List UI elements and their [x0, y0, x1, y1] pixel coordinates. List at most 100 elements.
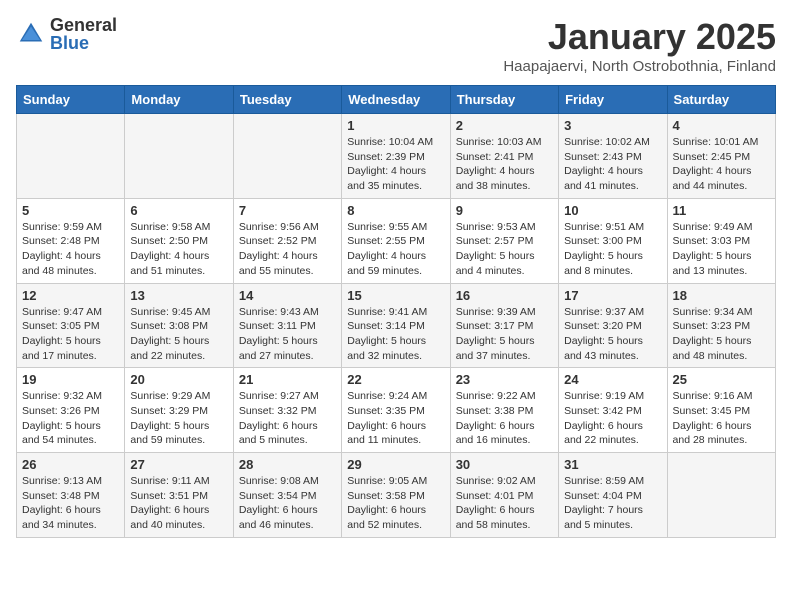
calendar-week-row: 1 Sunrise: 10:04 AM Sunset: 2:39 PM Dayli… — [17, 114, 776, 199]
day-number: 18 — [673, 288, 770, 303]
calendar-subtitle: Haapajaervi, North Ostrobothnia, Finland — [503, 58, 776, 75]
day-number: 25 — [673, 372, 770, 387]
column-header-saturday: Saturday — [667, 86, 775, 114]
day-info: Sunrise: 9:41 AM Sunset: 3:14 PM Dayligh… — [347, 305, 444, 364]
day-number: 4 — [673, 118, 770, 133]
calendar-cell: 4 Sunrise: 10:01 AM Sunset: 2:45 PM Dayli… — [667, 114, 775, 199]
day-number: 23 — [456, 372, 553, 387]
day-info: Sunrise: 10:02 AM Sunset: 2:43 PM Daylig… — [564, 135, 661, 194]
day-number: 1 — [347, 118, 444, 133]
calendar-cell: 7Sunrise: 9:56 AM Sunset: 2:52 PM Daylig… — [233, 198, 341, 283]
logo-text: General Blue — [50, 16, 117, 52]
column-header-sunday: Sunday — [17, 86, 125, 114]
calendar-week-row: 5Sunrise: 9:59 AM Sunset: 2:48 PM Daylig… — [17, 198, 776, 283]
column-header-thursday: Thursday — [450, 86, 558, 114]
calendar-cell: 15Sunrise: 9:41 AM Sunset: 3:14 PM Dayli… — [342, 283, 450, 368]
day-number: 11 — [673, 203, 770, 218]
calendar-week-row: 26 Sunrise: 9:13 AM Sunset: 3:48 PM Dayli… — [17, 453, 776, 538]
calendar-cell: 6Sunrise: 9:58 AM Sunset: 2:50 PM Daylig… — [125, 198, 233, 283]
calendar-cell: 21 Sunrise: 9:27 AM Sunset: 3:32 PM Dayli… — [233, 368, 341, 453]
day-info: Sunrise: 9:13 AM Sunset: 3:48 PM Dayligh… — [22, 474, 119, 533]
day-info: Sunrise: 9:47 AM Sunset: 3:05 PM Dayligh… — [22, 305, 119, 364]
day-number: 14 — [239, 288, 336, 303]
logo-blue: Blue — [50, 34, 117, 52]
logo-icon — [16, 19, 46, 49]
calendar-cell: 18 Sunrise: 9:34 AM Sunset: 3:23 PM Dayli… — [667, 283, 775, 368]
day-info: Sunrise: 9:49 AM Sunset: 3:03 PM Dayligh… — [673, 220, 770, 279]
day-number: 21 — [239, 372, 336, 387]
day-info: Sunrise: 10:03 AM Sunset: 2:41 PM Daylig… — [456, 135, 553, 194]
day-number: 24 — [564, 372, 661, 387]
day-info: Sunrise: 9:32 AM Sunset: 3:26 PM Dayligh… — [22, 389, 119, 448]
day-info: Sunrise: 8:59 AM Sunset: 4:04 PM Dayligh… — [564, 474, 661, 533]
calendar-cell: 17 Sunrise: 9:37 AM Sunset: 3:20 PM Dayli… — [559, 283, 667, 368]
day-info: Sunrise: 9:58 AM Sunset: 2:50 PM Dayligh… — [130, 220, 227, 279]
calendar-cell: 13 Sunrise: 9:45 AM Sunset: 3:08 PM Dayli… — [125, 283, 233, 368]
day-number: 9 — [456, 203, 553, 218]
title-area: January 2025 Haapajaervi, North Ostrobot… — [503, 16, 776, 75]
calendar-cell: 27Sunrise: 9:11 AM Sunset: 3:51 PM Dayli… — [125, 453, 233, 538]
day-number: 3 — [564, 118, 661, 133]
calendar-cell: 31 Sunrise: 8:59 AM Sunset: 4:04 PM Dayli… — [559, 453, 667, 538]
calendar-cell: 19 Sunrise: 9:32 AM Sunset: 3:26 PM Dayli… — [17, 368, 125, 453]
day-number: 19 — [22, 372, 119, 387]
day-info: Sunrise: 9:59 AM Sunset: 2:48 PM Dayligh… — [22, 220, 119, 279]
calendar-cell: 5Sunrise: 9:59 AM Sunset: 2:48 PM Daylig… — [17, 198, 125, 283]
day-number: 2 — [456, 118, 553, 133]
calendar-cell: 10Sunrise: 9:51 AM Sunset: 3:00 PM Dayli… — [559, 198, 667, 283]
day-info: Sunrise: 9:39 AM Sunset: 3:17 PM Dayligh… — [456, 305, 553, 364]
column-header-wednesday: Wednesday — [342, 86, 450, 114]
column-header-tuesday: Tuesday — [233, 86, 341, 114]
day-number: 7 — [239, 203, 336, 218]
column-header-friday: Friday — [559, 86, 667, 114]
calendar-cell — [125, 114, 233, 199]
calendar-cell: 14Sunrise: 9:43 AM Sunset: 3:11 PM Dayli… — [233, 283, 341, 368]
calendar-cell: 23 Sunrise: 9:22 AM Sunset: 3:38 PM Dayli… — [450, 368, 558, 453]
calendar-cell: 20 Sunrise: 9:29 AM Sunset: 3:29 PM Dayli… — [125, 368, 233, 453]
day-info: Sunrise: 9:22 AM Sunset: 3:38 PM Dayligh… — [456, 389, 553, 448]
day-number: 20 — [130, 372, 227, 387]
calendar-week-row: 19 Sunrise: 9:32 AM Sunset: 3:26 PM Dayli… — [17, 368, 776, 453]
calendar-cell: 12Sunrise: 9:47 AM Sunset: 3:05 PM Dayli… — [17, 283, 125, 368]
day-info: Sunrise: 9:08 AM Sunset: 3:54 PM Dayligh… — [239, 474, 336, 533]
calendar-cell: 3 Sunrise: 10:02 AM Sunset: 2:43 PM Dayli… — [559, 114, 667, 199]
day-info: Sunrise: 9:05 AM Sunset: 3:58 PM Dayligh… — [347, 474, 444, 533]
day-info: Sunrise: 10:04 AM Sunset: 2:39 PM Daylig… — [347, 135, 444, 194]
calendar-header-row: SundayMondayTuesdayWednesdayThursdayFrid… — [17, 86, 776, 114]
day-number: 16 — [456, 288, 553, 303]
calendar-cell: 28 Sunrise: 9:08 AM Sunset: 3:54 PM Dayli… — [233, 453, 341, 538]
day-info: Sunrise: 9:45 AM Sunset: 3:08 PM Dayligh… — [130, 305, 227, 364]
calendar-cell: 29 Sunrise: 9:05 AM Sunset: 3:58 PM Dayli… — [342, 453, 450, 538]
day-number: 29 — [347, 457, 444, 472]
day-info: Sunrise: 9:24 AM Sunset: 3:35 PM Dayligh… — [347, 389, 444, 448]
calendar-cell: 16 Sunrise: 9:39 AM Sunset: 3:17 PM Dayli… — [450, 283, 558, 368]
day-info: Sunrise: 10:01 AM Sunset: 2:45 PM Daylig… — [673, 135, 770, 194]
logo-general: General — [50, 16, 117, 34]
day-info: Sunrise: 9:27 AM Sunset: 3:32 PM Dayligh… — [239, 389, 336, 448]
calendar-cell — [233, 114, 341, 199]
day-number: 8 — [347, 203, 444, 218]
day-info: Sunrise: 9:55 AM Sunset: 2:55 PM Dayligh… — [347, 220, 444, 279]
calendar-cell — [667, 453, 775, 538]
day-number: 17 — [564, 288, 661, 303]
day-number: 27 — [130, 457, 227, 472]
day-info: Sunrise: 9:37 AM Sunset: 3:20 PM Dayligh… — [564, 305, 661, 364]
day-info: Sunrise: 9:34 AM Sunset: 3:23 PM Dayligh… — [673, 305, 770, 364]
calendar-cell: 1 Sunrise: 10:04 AM Sunset: 2:39 PM Dayli… — [342, 114, 450, 199]
day-number: 31 — [564, 457, 661, 472]
day-number: 26 — [22, 457, 119, 472]
calendar-title: January 2025 — [503, 16, 776, 58]
calendar-cell: 30Sunrise: 9:02 AM Sunset: 4:01 PM Dayli… — [450, 453, 558, 538]
calendar-cell — [17, 114, 125, 199]
day-number: 13 — [130, 288, 227, 303]
calendar-cell: 2 Sunrise: 10:03 AM Sunset: 2:41 PM Dayli… — [450, 114, 558, 199]
day-number: 28 — [239, 457, 336, 472]
column-header-monday: Monday — [125, 86, 233, 114]
calendar-cell: 11 Sunrise: 9:49 AM Sunset: 3:03 PM Dayli… — [667, 198, 775, 283]
calendar-table: SundayMondayTuesdayWednesdayThursdayFrid… — [16, 85, 776, 538]
day-info: Sunrise: 9:29 AM Sunset: 3:29 PM Dayligh… — [130, 389, 227, 448]
calendar-cell: 22Sunrise: 9:24 AM Sunset: 3:35 PM Dayli… — [342, 368, 450, 453]
day-info: Sunrise: 9:16 AM Sunset: 3:45 PM Dayligh… — [673, 389, 770, 448]
calendar-cell: 25 Sunrise: 9:16 AM Sunset: 3:45 PM Dayli… — [667, 368, 775, 453]
day-info: Sunrise: 9:19 AM Sunset: 3:42 PM Dayligh… — [564, 389, 661, 448]
